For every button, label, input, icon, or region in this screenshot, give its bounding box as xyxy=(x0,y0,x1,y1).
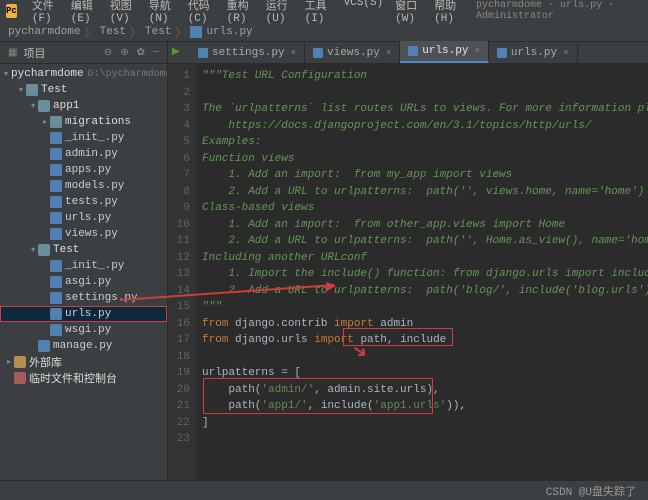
window-title: pycharmdome - urls.py - Administrator xyxy=(476,0,642,22)
tree-file-urls-app1[interactable]: urls.py xyxy=(0,210,167,226)
close-icon[interactable]: × xyxy=(386,48,391,58)
crumb-project[interactable]: pycharmdome xyxy=(8,26,81,38)
python-file-icon xyxy=(50,308,62,320)
tree-folder-app1[interactable]: ▾app1 xyxy=(0,98,167,114)
crumb-file[interactable]: urls.py xyxy=(206,26,252,38)
python-file-icon xyxy=(50,260,62,272)
watermark-text: CSDN @U盘失踪了 xyxy=(546,483,636,499)
crumb-folder[interactable]: Test xyxy=(100,26,126,38)
menu-refactor[interactable]: 重构(R) xyxy=(222,0,259,27)
folder-icon xyxy=(38,100,50,112)
gear-icon[interactable]: ✿ xyxy=(135,47,147,59)
python-file-icon xyxy=(190,26,202,38)
python-file-icon xyxy=(50,148,62,160)
code-editor[interactable]: 1234567891011121314151617181920212223 ""… xyxy=(168,64,648,480)
tree-scratches[interactable]: 临时文件和控制台 xyxy=(0,370,167,386)
menu-help[interactable]: 帮助(H) xyxy=(429,0,466,27)
app-logo-icon: Pc xyxy=(6,4,17,18)
menu-window[interactable]: 窗口(W) xyxy=(390,0,427,27)
code-content[interactable]: """Test URL Configuration The `urlpatter… xyxy=(196,64,648,480)
tree-file-models[interactable]: models.py xyxy=(0,178,167,194)
python-file-icon xyxy=(50,180,62,192)
python-file-icon xyxy=(50,196,62,208)
collapse-icon[interactable]: ⊖ xyxy=(102,47,114,59)
folder-icon xyxy=(38,244,50,256)
tree-file-views[interactable]: views.py xyxy=(0,226,167,242)
python-file-icon xyxy=(38,340,50,352)
project-view-icon[interactable]: ▦ xyxy=(6,47,19,59)
menu-code[interactable]: 代码(C) xyxy=(183,0,220,27)
console-icon xyxy=(14,372,26,384)
tree-file-init2[interactable]: _init_.py xyxy=(0,258,167,274)
menu-tools[interactable]: 工具(I) xyxy=(300,0,337,27)
folder-icon xyxy=(26,84,38,96)
status-bar: CSDN @U盘失踪了 xyxy=(0,480,648,500)
editor-tabs: ▶ settings.py× views.py× urls.py× urls.p… xyxy=(168,42,648,64)
tree-file-apps[interactable]: apps.py xyxy=(0,162,167,178)
project-sidebar: ▦ 项目 ⊖ ⊕ ✿ — ▾pycharmdomeD:\pycharmdome … xyxy=(0,42,168,480)
python-file-icon xyxy=(198,48,208,58)
tree-folder-test2[interactable]: ▾Test xyxy=(0,242,167,258)
menu-vcs[interactable]: VCS(S) xyxy=(339,0,389,27)
editor-area: ▶ settings.py× views.py× urls.py× urls.p… xyxy=(168,42,648,480)
python-file-icon xyxy=(313,48,323,58)
python-file-icon xyxy=(50,292,62,304)
close-icon[interactable]: × xyxy=(563,48,568,58)
tree-file-admin[interactable]: admin.py xyxy=(0,146,167,162)
tree-file-urls-project[interactable]: urls.py xyxy=(0,306,167,322)
close-icon[interactable]: × xyxy=(474,46,479,56)
project-panel-header: ▦ 项目 ⊖ ⊕ ✿ — xyxy=(0,42,167,64)
tree-file-init[interactable]: _init_.py xyxy=(0,130,167,146)
library-icon xyxy=(14,356,26,368)
tab-settings[interactable]: settings.py× xyxy=(190,43,305,63)
python-file-icon xyxy=(408,46,418,56)
python-file-icon xyxy=(50,276,62,288)
project-tree[interactable]: ▾pycharmdomeD:\pycharmdome ▾Test ▾app1 ▸… xyxy=(0,64,167,480)
python-file-icon xyxy=(50,164,62,176)
tree-root[interactable]: ▾pycharmdomeD:\pycharmdome xyxy=(0,66,167,82)
tab-urls-other[interactable]: urls.py× xyxy=(489,43,578,63)
tree-external-libs[interactable]: ▸外部库 xyxy=(0,354,167,370)
tab-urls-active[interactable]: urls.py× xyxy=(400,41,489,63)
folder-icon xyxy=(50,116,62,128)
python-file-icon xyxy=(50,324,62,336)
python-file-icon xyxy=(50,212,62,224)
tree-file-wsgi[interactable]: wsgi.py xyxy=(0,322,167,338)
tree-file-asgi[interactable]: asgi.py xyxy=(0,274,167,290)
menu-file[interactable]: 文件(F) xyxy=(27,0,64,27)
python-file-icon xyxy=(50,132,62,144)
tree-file-manage[interactable]: manage.py xyxy=(0,338,167,354)
python-file-icon xyxy=(497,48,507,58)
panel-title: 项目 xyxy=(23,45,97,61)
line-gutter: 1234567891011121314151617181920212223 xyxy=(168,64,196,480)
run-icon[interactable]: ▶ xyxy=(172,46,180,58)
locate-icon[interactable]: ⊕ xyxy=(118,47,130,59)
close-icon[interactable]: × xyxy=(291,48,296,58)
crumb-folder2[interactable]: Test xyxy=(145,26,171,38)
hide-icon[interactable]: — xyxy=(151,47,161,58)
python-file-icon xyxy=(50,228,62,240)
tree-file-settings[interactable]: settings.py xyxy=(0,290,167,306)
tree-folder-test[interactable]: ▾Test xyxy=(0,82,167,98)
menu-run[interactable]: 运行(U) xyxy=(261,0,298,27)
title-bar: Pc 文件(F) 编辑(E) 视图(V) 导航(N) 代码(C) 重构(R) 运… xyxy=(0,0,648,22)
tree-file-tests[interactable]: tests.py xyxy=(0,194,167,210)
tab-views[interactable]: views.py× xyxy=(305,43,400,63)
tree-folder-migrations[interactable]: ▸migrations xyxy=(0,114,167,130)
